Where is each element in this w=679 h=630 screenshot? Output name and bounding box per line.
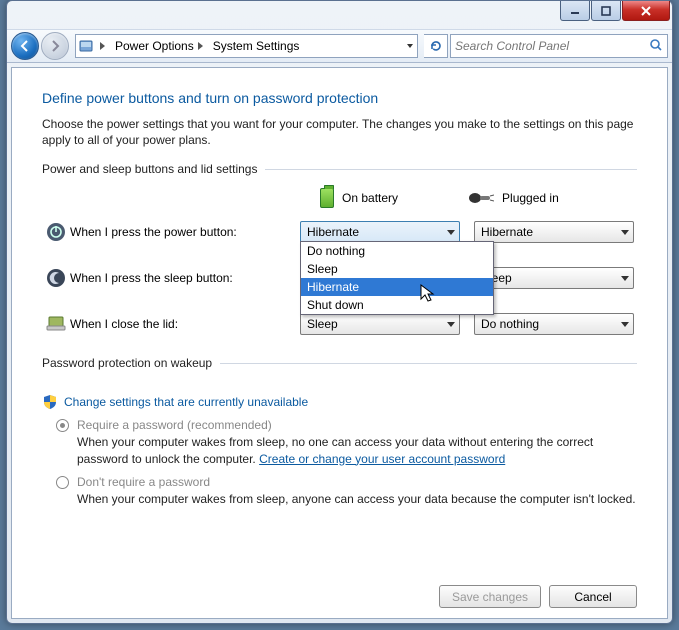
radio-description: When your computer wakes from sleep, any…	[77, 491, 637, 507]
content-panel: Define power buttons and turn on passwor…	[11, 67, 668, 619]
navbar: Power Options System Settings Search Con…	[7, 29, 672, 63]
chevron-right-icon	[198, 42, 203, 50]
combo-value: Do nothing	[481, 317, 539, 331]
control-panel-icon	[76, 38, 96, 54]
search-input[interactable]: Search Control Panel	[450, 34, 668, 58]
combo-power-battery[interactable]: Hibernate	[300, 221, 460, 243]
option-label: Hibernate	[307, 280, 359, 294]
close-button[interactable]	[622, 1, 670, 21]
dropdown-option[interactable]: Sleep	[301, 260, 493, 278]
divider	[220, 363, 637, 364]
combo-sleep-plugged[interactable]: Sleep	[474, 267, 634, 289]
search-placeholder: Search Control Panel	[455, 39, 569, 53]
address-dropdown-button[interactable]	[401, 35, 417, 57]
chevron-down-icon	[621, 230, 629, 235]
settings-grid: When I press the power button: Hibernate…	[42, 218, 637, 356]
combo-lid-battery[interactable]: Sleep	[300, 313, 460, 335]
group-label: Password protection on wakeup	[42, 356, 212, 370]
breadcrumb-label: Power Options	[115, 39, 194, 53]
breadcrumb-item-power-options[interactable]: Power Options	[111, 35, 209, 57]
column-headers: On battery Plugged in	[320, 188, 637, 208]
row-label: When I press the sleep button:	[70, 271, 300, 285]
search-icon	[649, 38, 663, 55]
dropdown-option[interactable]: Shut down	[301, 296, 493, 314]
column-on-battery: On battery	[320, 188, 398, 208]
save-button[interactable]: Save changes	[439, 585, 541, 608]
breadcrumb-label: System Settings	[213, 39, 300, 53]
group-password-wakeup: Password protection on wakeup	[42, 356, 637, 370]
radio-title: Require a password (recommended)	[77, 418, 637, 432]
window-frame: Power Options System Settings Search Con…	[6, 0, 673, 624]
refresh-button[interactable]	[424, 34, 448, 58]
button-label: Save changes	[452, 590, 528, 604]
power-icon	[42, 222, 70, 242]
combo-power-plugged[interactable]: Hibernate	[474, 221, 634, 243]
dropdown-option[interactable]: Hibernate	[301, 278, 493, 296]
password-section: Change settings that are currently unava…	[42, 394, 637, 509]
row-label: When I close the lid:	[70, 317, 300, 331]
laptop-icon	[42, 315, 70, 333]
address-bar[interactable]: Power Options System Settings	[75, 34, 418, 58]
back-button[interactable]	[11, 32, 39, 60]
option-label: Shut down	[307, 298, 364, 312]
change-unavailable-link[interactable]: Change settings that are currently unava…	[64, 395, 308, 409]
button-label: Cancel	[574, 590, 611, 604]
radio-input	[56, 476, 69, 489]
breadcrumb-item-system-settings[interactable]: System Settings	[209, 35, 306, 57]
shield-icon	[42, 394, 58, 410]
radio-description: When your computer wakes from sleep, no …	[77, 434, 637, 466]
minimize-button[interactable]	[560, 1, 590, 21]
column-plugged-in: Plugged in	[468, 188, 559, 208]
maximize-button[interactable]	[591, 1, 621, 21]
column-label: Plugged in	[502, 191, 559, 205]
row-label: When I press the power button:	[70, 225, 300, 239]
chevron-down-icon	[621, 276, 629, 281]
breadcrumb-sep[interactable]	[96, 35, 111, 57]
option-label: Do nothing	[307, 244, 365, 258]
chevron-down-icon	[447, 230, 455, 235]
divider	[265, 169, 637, 170]
combo-value: Hibernate	[307, 225, 359, 239]
combo-value: Sleep	[307, 317, 338, 331]
group-label: Power and sleep buttons and lid settings	[42, 162, 257, 176]
combo-value: Hibernate	[481, 225, 533, 239]
chevron-down-icon	[621, 322, 629, 327]
cancel-button[interactable]: Cancel	[549, 585, 637, 608]
create-password-link[interactable]: Create or change your user account passw…	[259, 452, 505, 466]
group-power-buttons: Power and sleep buttons and lid settings	[42, 162, 637, 176]
option-label: Sleep	[307, 262, 338, 276]
dropdown-menu: Do nothing Sleep Hibernate Shut down	[300, 241, 494, 315]
radio-dont-require-password: Don't require a password When your compu…	[56, 475, 637, 507]
dropdown-option[interactable]: Do nothing	[301, 242, 493, 260]
radio-require-password: Require a password (recommended) When yo…	[56, 418, 637, 466]
chevron-down-icon	[447, 322, 455, 327]
plug-icon	[468, 191, 494, 205]
titlebar	[7, 1, 672, 29]
battery-icon	[320, 188, 334, 208]
page-title: Define power buttons and turn on passwor…	[42, 90, 637, 106]
combo-lid-plugged[interactable]: Do nothing	[474, 313, 634, 335]
page-description: Choose the power settings that you want …	[42, 116, 637, 148]
radio-title: Don't require a password	[77, 475, 637, 489]
moon-icon	[42, 268, 70, 288]
radio-input	[56, 419, 69, 432]
column-label: On battery	[342, 191, 398, 205]
footer: Save changes Cancel	[42, 575, 637, 608]
forward-button[interactable]	[41, 32, 69, 60]
